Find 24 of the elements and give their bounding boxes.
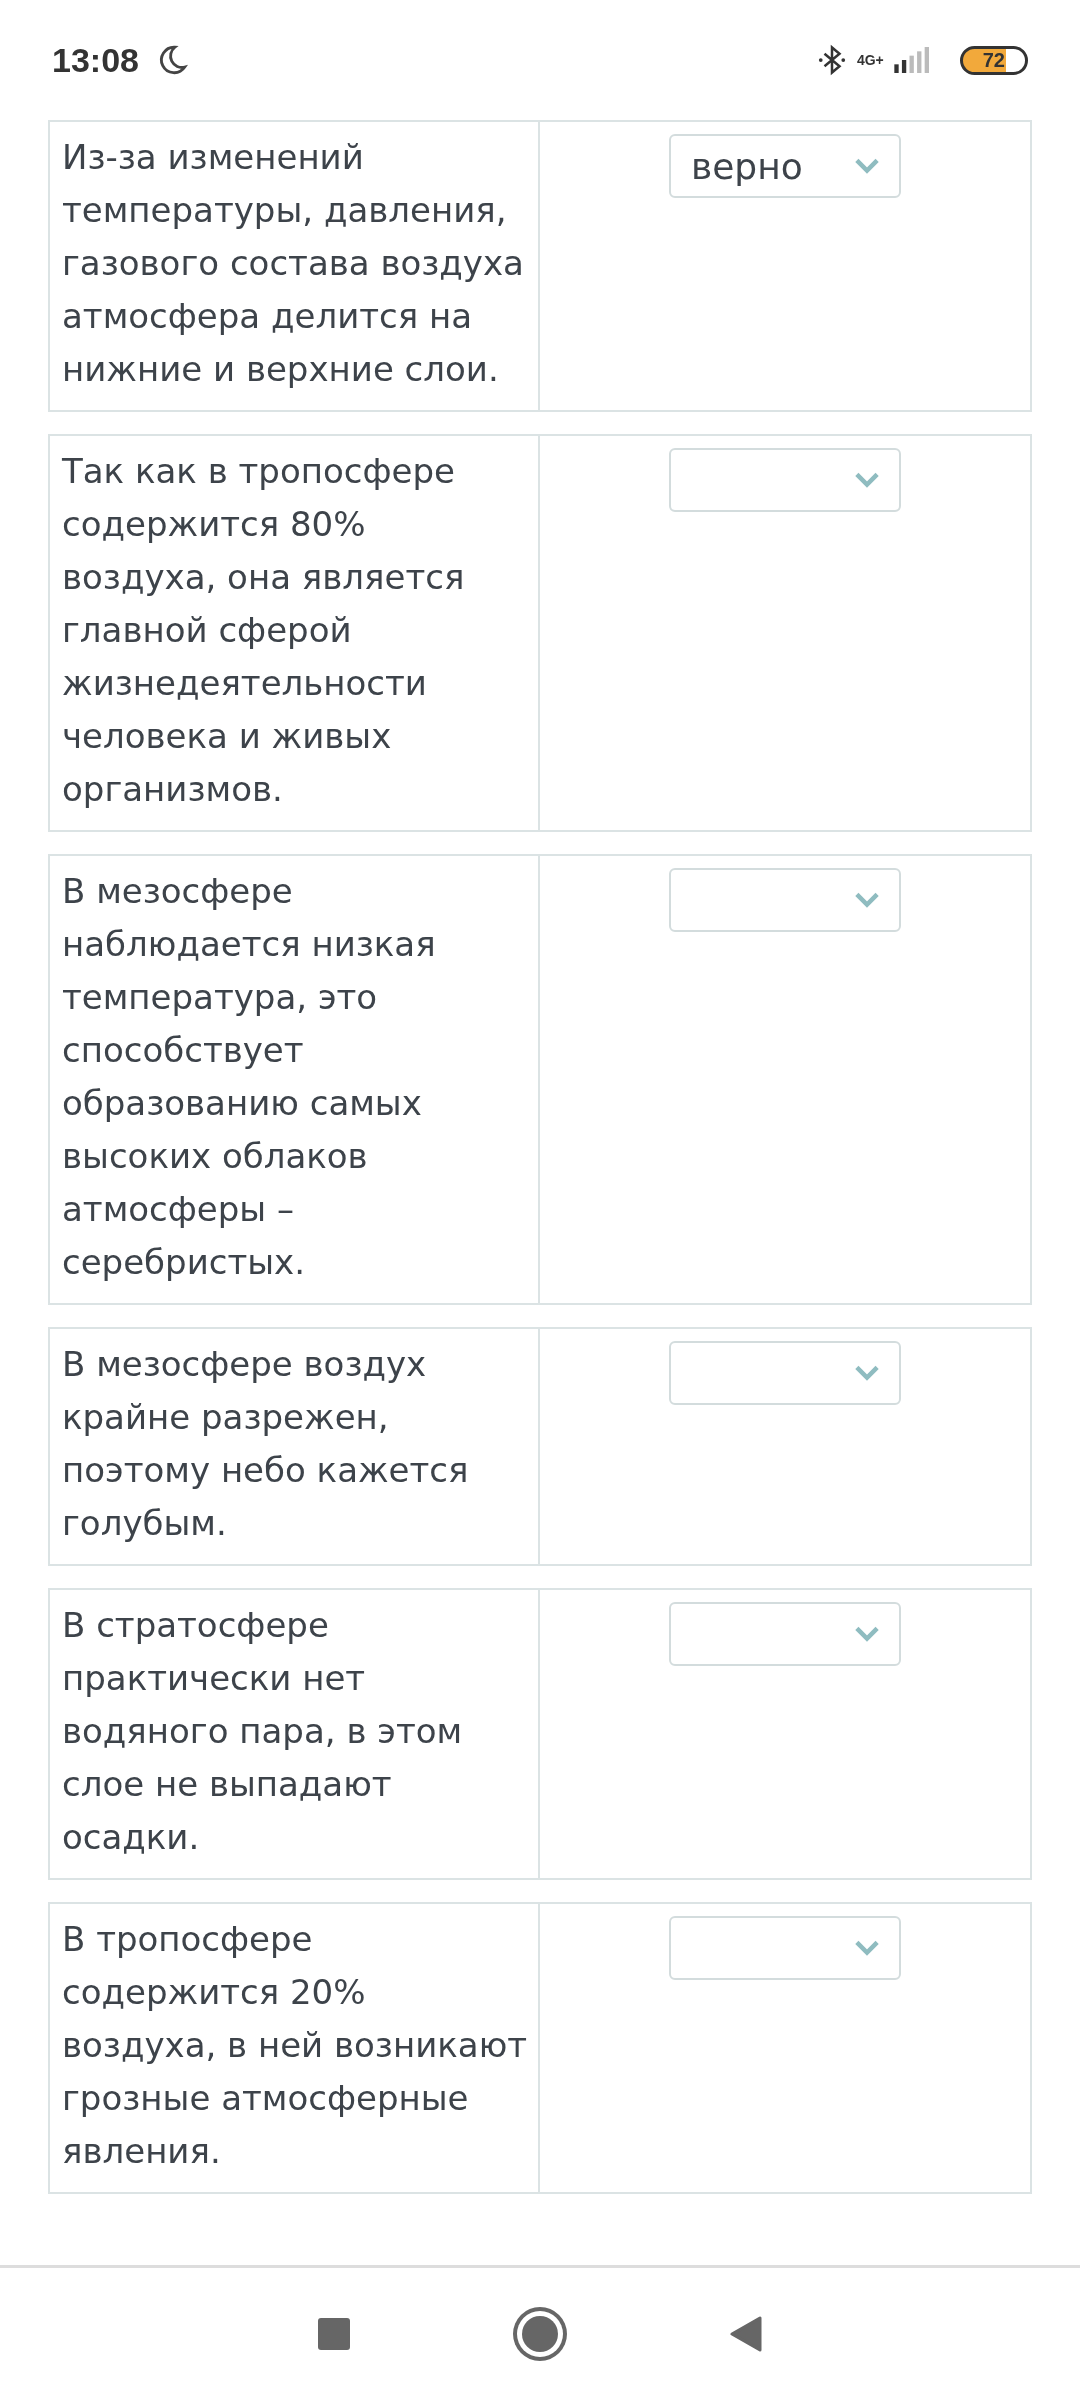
answer-dropdown[interactable] xyxy=(669,1602,901,1666)
chevron-icon xyxy=(853,471,881,489)
answer-dropdown[interactable] xyxy=(669,448,901,512)
recents-button[interactable] xyxy=(318,2318,350,2350)
answer-dropdown[interactable]: верно xyxy=(669,134,901,198)
statement-text: Из-за изменений температуры, давления, газового состава воздуха атмосфера делится на нижние и верхние слои. xyxy=(62,136,525,391)
chevron-icon xyxy=(853,1625,881,1643)
battery-indicator: 72 xyxy=(959,45,1028,75)
answer-dropdown[interactable] xyxy=(669,868,901,932)
back-button[interactable] xyxy=(730,2316,762,2352)
chevron-icon xyxy=(853,891,881,909)
answer-dropdown[interactable] xyxy=(669,1341,901,1405)
statement-text: Так как в тропосфере содержится 80% воздуха, она является главной сферой жизнедеятельности человека и живых организмов. xyxy=(62,450,466,811)
chevron-icon xyxy=(853,1939,881,1957)
statement-text: В стратосфере практически нет водяного пара, в этом слое не выпадают осадки. xyxy=(62,1604,464,1859)
statement-text: В тропосфере содержится 20% воздуха, в ней возникают грозные атмосферные явления. xyxy=(62,1918,529,2173)
chevron-icon xyxy=(853,157,881,175)
bluetooth-icon xyxy=(816,43,847,77)
statement-text: В мезосфере воздух крайне разрежен, поэтому небо кажется голубым. xyxy=(62,1343,470,1545)
chevron-icon xyxy=(853,1364,881,1382)
answer-dropdown[interactable] xyxy=(669,1916,901,1980)
network-label: 4G+ xyxy=(856,52,884,68)
clock-time: 13:08 xyxy=(52,40,139,80)
statement-text: В мезосфере наблюдается низкая температура, это способствует образованию самых высоких облаков атмосферы – серебристых. xyxy=(62,870,437,1284)
